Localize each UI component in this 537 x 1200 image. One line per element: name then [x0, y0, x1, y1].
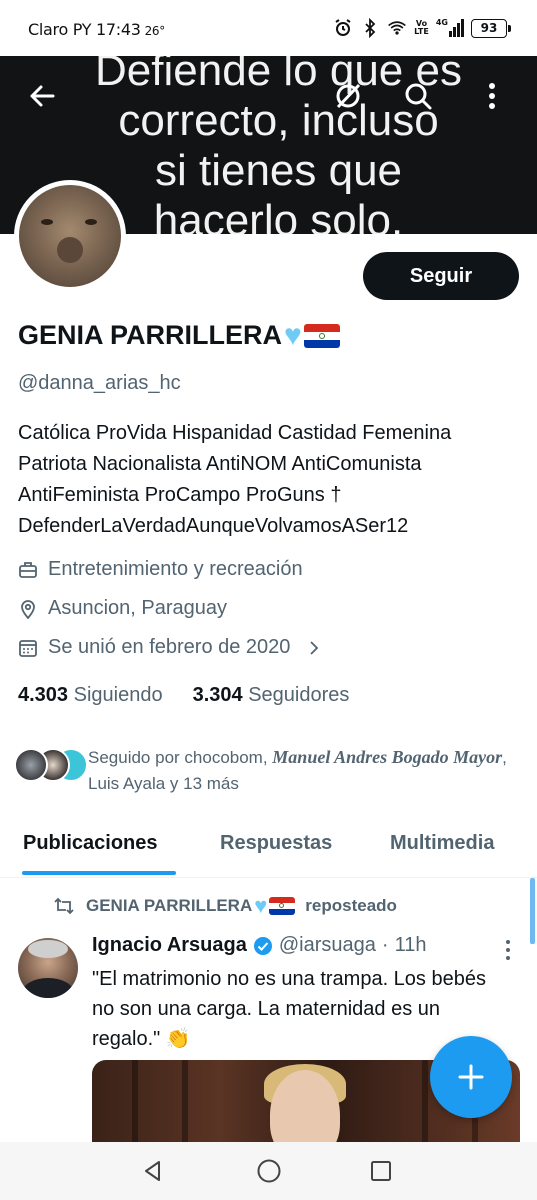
category-text: Entretenimiento y recreación — [48, 558, 303, 580]
repost-icon — [54, 897, 74, 915]
follow-button[interactable]: Seguir — [363, 252, 519, 300]
bio-line: Católica ProVida Hispanidad Castidad Fem… — [18, 422, 452, 444]
recents-square-icon — [371, 1161, 391, 1181]
paraguay-flag-icon — [269, 897, 296, 915]
search-button[interactable] — [398, 76, 438, 116]
search-icon — [405, 83, 432, 110]
post-text: "El matrimonio no es una trampa. Los beb… — [92, 968, 486, 1050]
bio-line: DefenderLaVerdadAunqueVolvamosASer12 — [18, 515, 409, 537]
more-vertical-icon — [489, 83, 495, 109]
bluetooth-icon — [365, 18, 376, 38]
wifi-icon — [388, 21, 407, 35]
following-link[interactable]: 4.303 Siguiendo — [18, 684, 163, 707]
location-text: Asuncion, Paraguay — [48, 597, 228, 619]
nav-back-button[interactable] — [138, 1156, 168, 1186]
network-type: Vo LTE — [414, 20, 429, 36]
grok-button[interactable] — [328, 76, 368, 116]
repost-label: reposteado — [305, 896, 397, 915]
back-button[interactable] — [22, 76, 62, 116]
followed-by-text: Seguido por chocobom, Manuel Andres Boga… — [88, 744, 524, 797]
scrollbar[interactable] — [530, 878, 535, 944]
more-button[interactable] — [472, 76, 512, 116]
back-arrow-icon — [30, 85, 55, 107]
followed-by-name: Manuel Andres Bogado Mayor — [272, 747, 503, 767]
post-author-name[interactable]: Ignacio Arsuaga — [92, 934, 247, 957]
nav-recents-button[interactable] — [366, 1156, 396, 1186]
blue-heart-icon: ♥ — [284, 319, 302, 352]
profile-location: Asuncion, Paraguay — [18, 597, 227, 620]
profile-joined[interactable]: Se unió en febrero de 2020 — [18, 636, 324, 659]
signal-type: 4G — [435, 18, 448, 27]
profile-handle: @danna_arias_hc — [18, 372, 181, 394]
post-author-avatar[interactable] — [18, 938, 78, 998]
status-left: Claro PY 17:43 26° — [28, 20, 165, 39]
profile-tabs: Publicaciones Respuestas Multimedia — [0, 822, 537, 878]
profile-avatar[interactable] — [14, 180, 126, 292]
tab-respuestas[interactable]: Respuestas — [220, 832, 332, 855]
joined-text: Se unió en febrero de 2020 — [48, 636, 291, 658]
chevron-right-icon — [310, 640, 319, 655]
bio-line: Patriota Nacionalista AntiNOM AntiComuni… — [18, 453, 422, 475]
followed-by-avatars — [14, 748, 88, 788]
battery-indicator: 93 — [471, 18, 511, 38]
location-pin-icon — [21, 599, 35, 619]
status-bar: Claro PY 17:43 26° Vo LTE 4G 93 — [0, 0, 537, 56]
alarm-icon — [335, 19, 351, 36]
follow-counts: 4.303 Siguiendo 3.304 Seguidores — [18, 684, 349, 707]
network-bottom: LTE — [414, 27, 429, 36]
followed-by[interactable]: Seguido por chocobom, Manuel Andres Boga… — [14, 744, 524, 797]
blue-heart-icon: ♥ — [254, 893, 268, 918]
system-nav-bar — [0, 1142, 537, 1200]
briefcase-icon — [19, 561, 37, 578]
compose-button[interactable] — [430, 1036, 512, 1118]
repost-name: GENIA PARRILLERA — [86, 896, 253, 915]
followers-link[interactable]: 3.304 Seguidores — [193, 684, 350, 707]
profile-bio: Católica ProVida Hispanidad Castidad Fem… — [18, 418, 528, 542]
calendar-icon — [19, 639, 37, 657]
profile-name: GENIA PARRILLERA ♥ — [18, 320, 340, 351]
home-circle-icon — [257, 1159, 281, 1183]
profile-name-text: GENIA PARRILLERA — [18, 320, 283, 350]
active-tab-indicator — [22, 871, 176, 875]
banner-line: correcto, incluso — [118, 96, 439, 145]
post-time: 11h — [394, 934, 427, 956]
nav-home-button[interactable] — [254, 1156, 284, 1186]
bio-line: AntiFeminista ProCampo ProGuns † — [18, 484, 342, 506]
repost-indicator: GENIA PARRILLERA ♥ reposteado — [52, 893, 397, 918]
following-count: 4.303 — [18, 684, 69, 706]
verified-badge-icon — [253, 936, 272, 955]
status-right: Vo LTE 4G 93 — [333, 18, 511, 38]
temperature: 26° — [144, 24, 166, 38]
profile-category: Entretenimiento y recreación — [18, 558, 303, 581]
paraguay-flag-icon — [303, 323, 340, 348]
post-separator: · — [381, 934, 389, 956]
followed-by-prefix: Seguido por chocobom, — [88, 748, 268, 767]
carrier-time: Claro PY 17:43 — [28, 20, 141, 39]
banner-line: Defiende lo que es — [95, 56, 462, 95]
following-label: Siguiendo — [73, 684, 163, 706]
post-author-handle: @iarsuaga — [278, 934, 376, 956]
avatar — [14, 748, 48, 782]
tab-publicaciones[interactable]: Publicaciones — [23, 832, 158, 855]
post-header: Ignacio Arsuaga @iarsuaga · 11h — [92, 934, 426, 957]
plus-icon — [458, 1064, 484, 1090]
grok-icon — [336, 83, 361, 109]
back-triangle-icon — [145, 1161, 160, 1181]
signal-icon: 4G — [436, 19, 464, 37]
post-more-button[interactable] — [500, 938, 516, 962]
followers-count: 3.304 — [192, 684, 243, 706]
tab-multimedia[interactable]: Multimedia — [390, 832, 494, 855]
followers-label: Seguidores — [248, 684, 350, 706]
more-vertical-icon — [506, 940, 510, 960]
